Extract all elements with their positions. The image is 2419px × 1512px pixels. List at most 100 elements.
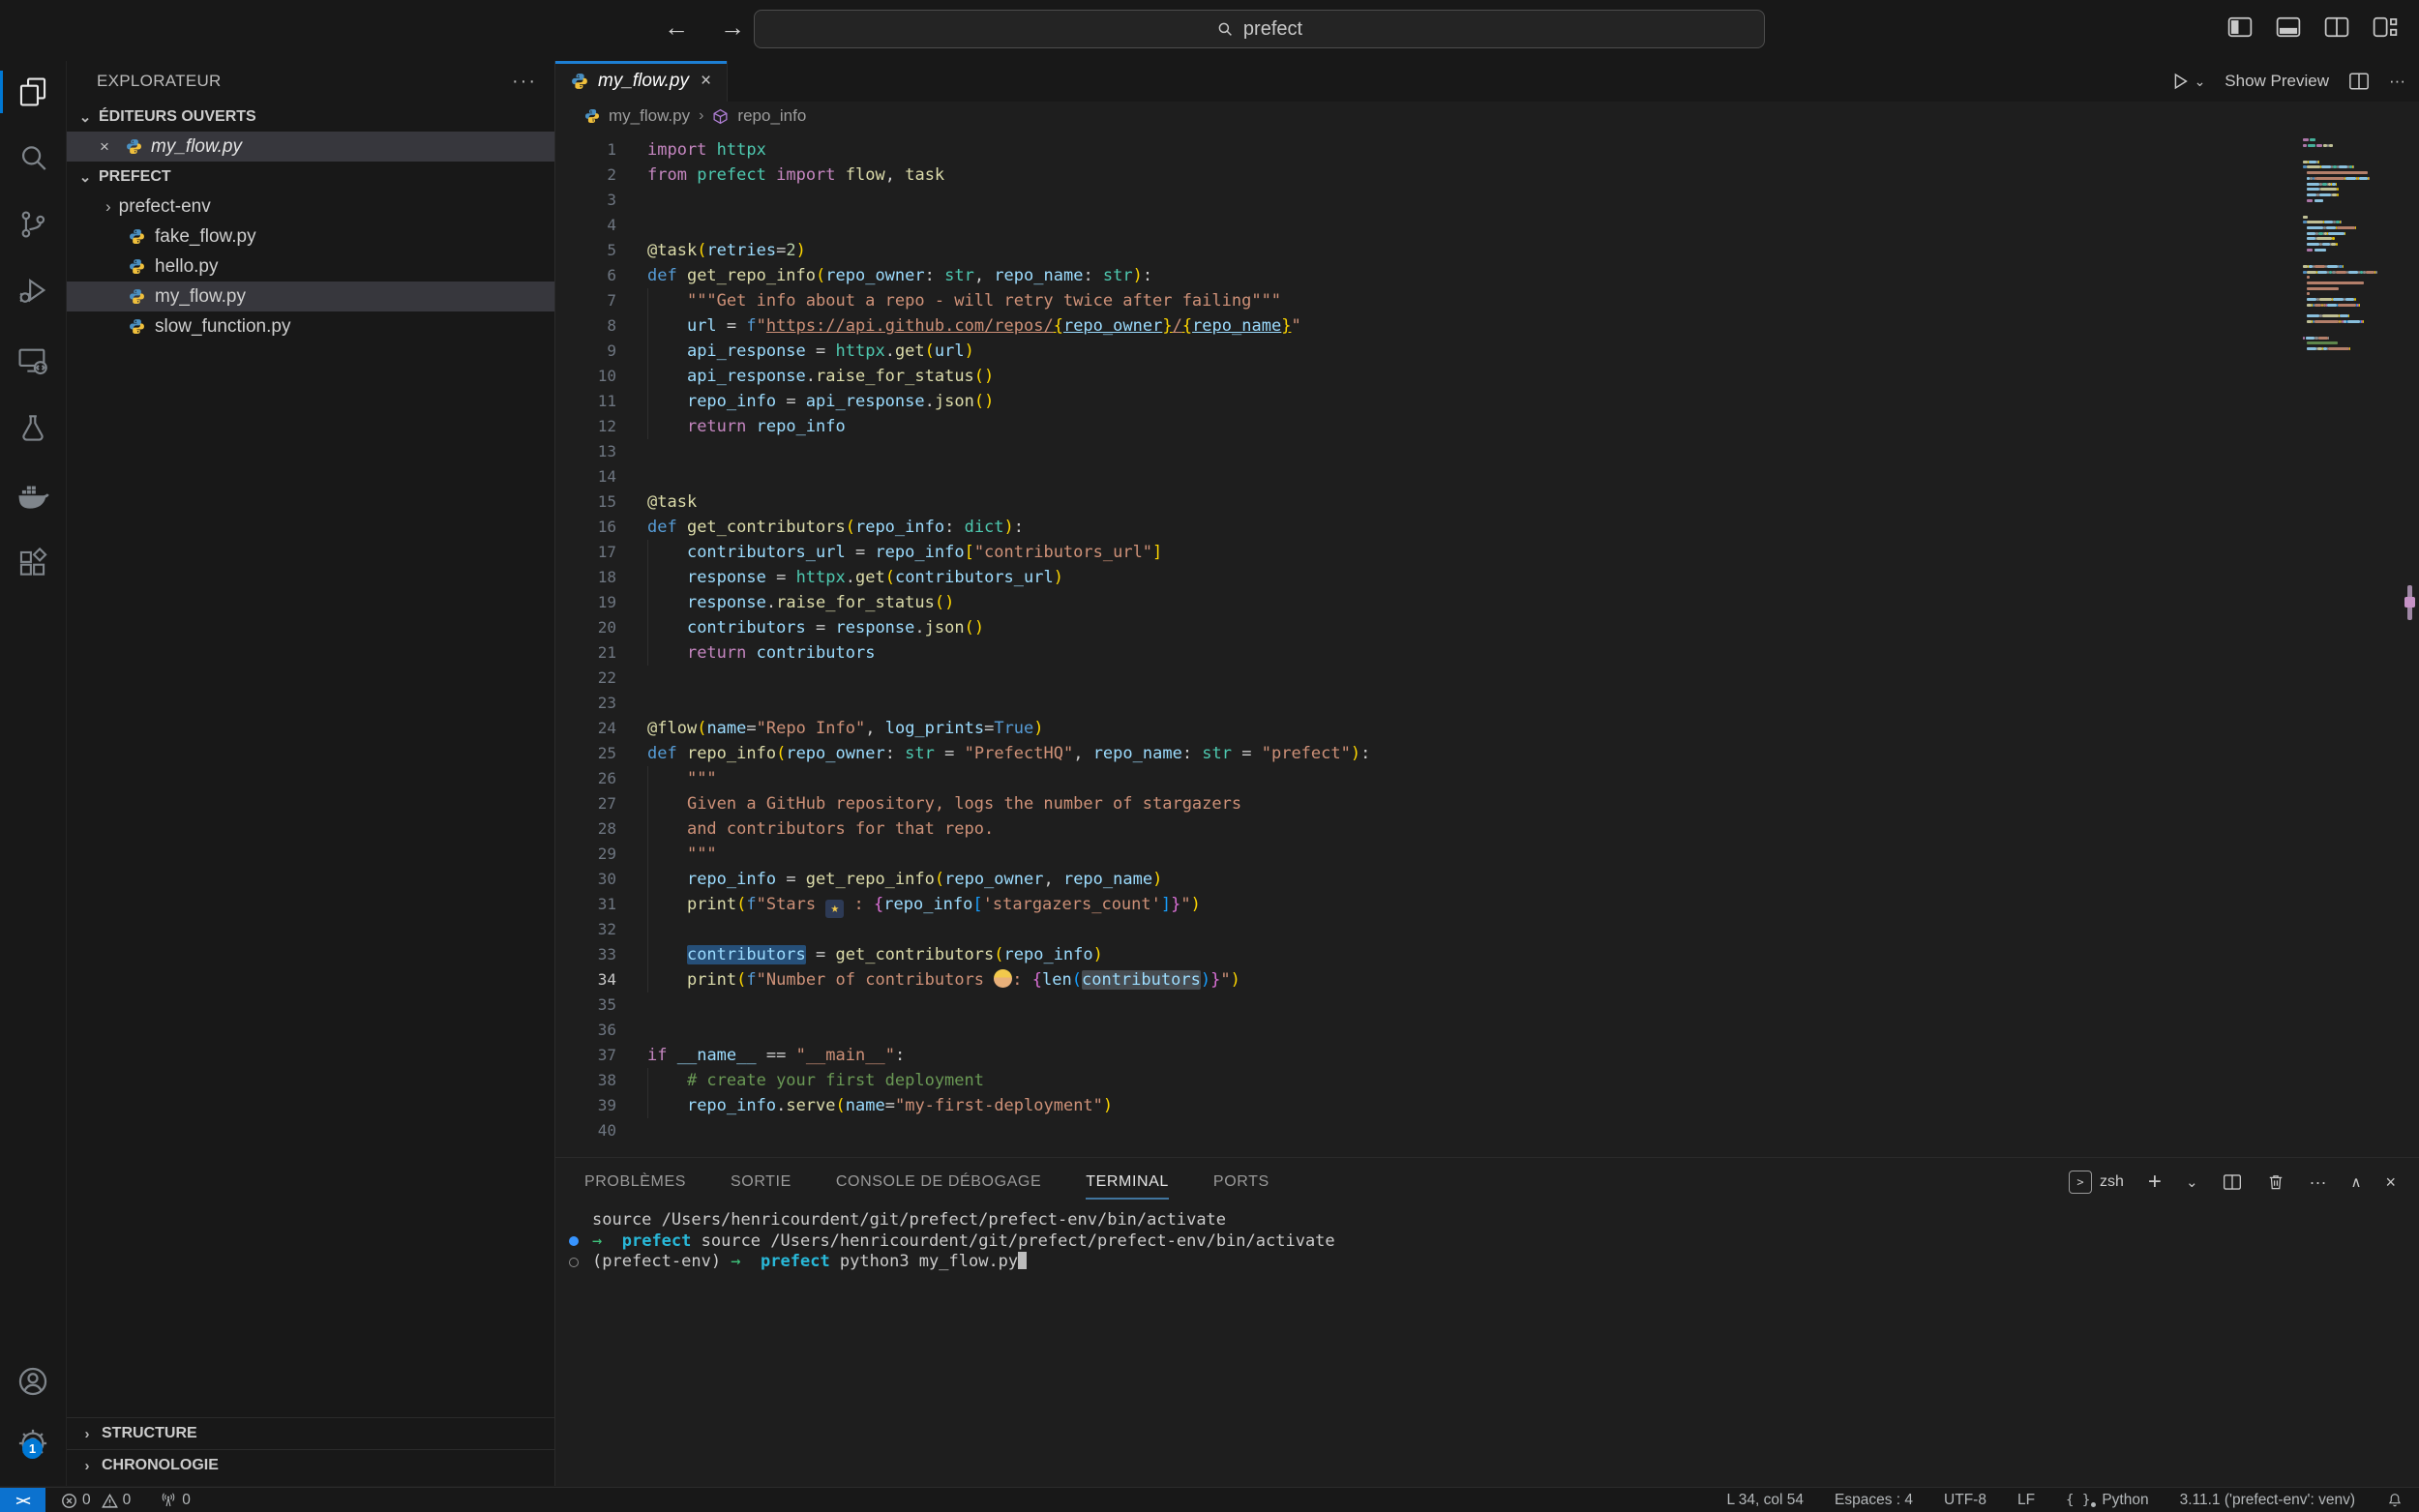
docker-icon[interactable] (0, 470, 66, 520)
code-line-31[interactable]: 31 print(f"Stars ★ : {repo_info['stargaz… (555, 892, 2419, 917)
code-line-24[interactable]: 24@flow(name="Repo Info", log_prints=Tru… (555, 716, 2419, 741)
code-line-8[interactable]: 8 url = f"https://api.github.com/repos/{… (555, 313, 2419, 339)
new-terminal-icon[interactable]: + (2148, 1169, 2162, 1196)
tab-my-flow[interactable]: my_flow.py × (555, 61, 728, 102)
code-line-15[interactable]: 15@task (555, 489, 2419, 515)
close-icon[interactable]: × (100, 137, 117, 157)
status-item-lf[interactable]: LF (2017, 1488, 2035, 1512)
customize-layout-icon[interactable] (2373, 16, 2398, 38)
tab-close-icon[interactable]: × (701, 71, 711, 92)
code-line-12[interactable]: 12 return repo_info (555, 414, 2419, 439)
code-line-2[interactable]: 2from prefect import flow, task (555, 163, 2419, 188)
explorer-icon[interactable] (0, 67, 66, 117)
open-editors-section[interactable]: ⌄ ÉDITEURS OUVERTS (67, 102, 554, 132)
terminal-dropdown-icon[interactable]: ⌄ (2186, 1173, 2198, 1191)
code-line-28[interactable]: 28 and contributors for that repo. (555, 816, 2419, 842)
code-line-36[interactable]: 36 (555, 1018, 2419, 1043)
file-tree-item-slow_function.py[interactable]: slow_function.py (67, 311, 554, 341)
code-line-23[interactable]: 23 (555, 691, 2419, 716)
panel-tab-terminal[interactable]: TERMINAL (1086, 1158, 1169, 1206)
status-item-utf-8[interactable]: UTF-8 (1944, 1488, 1986, 1512)
breadcrumb-symbol[interactable]: repo_info (737, 106, 806, 126)
sidebar-more-icon[interactable]: ··· (512, 71, 537, 93)
status-item-espaces-4[interactable]: Espaces : 4 (1835, 1488, 1913, 1512)
code-line-25[interactable]: 25def repo_info(repo_owner: str = "Prefe… (555, 741, 2419, 766)
code-line-19[interactable]: 19 response.raise_for_status() (555, 590, 2419, 615)
file-tree-item-prefect-env[interactable]: ›prefect-env (67, 192, 554, 222)
toggle-sidebar-icon[interactable] (2227, 16, 2253, 38)
kill-terminal-icon[interactable] (2266, 1172, 2285, 1192)
more-actions-icon[interactable]: ··· (2389, 72, 2405, 91)
code-line-13[interactable]: 13 (555, 439, 2419, 464)
code-line-32[interactable]: 32 (555, 917, 2419, 942)
code-line-10[interactable]: 10 api_response.raise_for_status() (555, 364, 2419, 389)
ports-status[interactable]: 0 (152, 1488, 198, 1512)
breadcrumb-file[interactable]: my_flow.py (609, 106, 690, 126)
remote-explorer-icon[interactable] (0, 336, 66, 386)
code-line-1[interactable]: 1import httpx (555, 137, 2419, 163)
command-center-search[interactable]: prefect (754, 10, 1765, 48)
forward-icon[interactable]: → (720, 13, 745, 43)
status-item-3-11-1-prefect-env-venv-[interactable]: 3.11.1 ('prefect-env': venv) (2180, 1488, 2355, 1512)
timeline-section[interactable]: › CHRONOLOGIE (67, 1449, 554, 1481)
code-line-35[interactable]: 35 (555, 993, 2419, 1018)
code-line-20[interactable]: 20 contributors = response.json() (555, 615, 2419, 640)
panel-tab-console-de-d-bogage[interactable]: CONSOLE DE DÉBOGAGE (836, 1158, 1041, 1206)
panel-tab-probl-mes[interactable]: PROBLÈMES (584, 1158, 686, 1206)
code-line-37[interactable]: 37if __name__ == "__main__": (555, 1043, 2419, 1068)
split-editor-icon[interactable] (2348, 72, 2370, 91)
file-tree-item-hello.py[interactable]: hello.py (67, 252, 554, 282)
split-terminal-icon[interactable] (2223, 1173, 2242, 1191)
status-item-python[interactable]: { }Python (2066, 1488, 2149, 1512)
search-sidebar-icon[interactable] (0, 133, 66, 183)
panel-more-icon[interactable]: ··· (2310, 1172, 2327, 1193)
split-editor-icon[interactable] (2324, 16, 2349, 38)
code-line-11[interactable]: 11 repo_info = api_response.json() (555, 389, 2419, 414)
code-line-40[interactable]: 40 (555, 1118, 2419, 1143)
run-dropdown-icon[interactable]: ⌄ (2195, 74, 2206, 90)
extensions-icon[interactable] (0, 539, 66, 589)
code-line-34[interactable]: 34 print(f"Number of contributors : {len… (555, 967, 2419, 993)
back-icon[interactable]: ← (664, 13, 689, 43)
source-control-icon[interactable] (0, 199, 66, 250)
maximize-panel-icon[interactable]: ∧ (2351, 1173, 2362, 1191)
code-line-39[interactable]: 39 repo_info.serve(name="my-first-deploy… (555, 1093, 2419, 1118)
file-tree-item-fake_flow.py[interactable]: fake_flow.py (67, 222, 554, 252)
code-line-17[interactable]: 17 contributors_url = repo_info["contrib… (555, 540, 2419, 565)
settings-gear-icon[interactable]: 1 (0, 1418, 66, 1468)
code-line-33[interactable]: 33 contributors = get_contributors(repo_… (555, 942, 2419, 967)
code-line-27[interactable]: 27 Given a GitHub repository, logs the n… (555, 791, 2419, 816)
terminal-output[interactable]: source /Users/henricourdent/git/prefect/… (555, 1206, 2419, 1273)
project-section[interactable]: ⌄ PREFECT (67, 162, 554, 192)
code-line-38[interactable]: 38 # create your first deployment (555, 1068, 2419, 1093)
shell-badge[interactable]: > zsh (2069, 1171, 2124, 1194)
outline-section[interactable]: › STRUCTURE (67, 1417, 554, 1449)
run-debug-icon[interactable] (0, 265, 66, 315)
code-line-22[interactable]: 22 (555, 666, 2419, 691)
testing-icon[interactable] (0, 403, 66, 454)
breadcrumb[interactable]: my_flow.py › repo_info (555, 102, 2419, 131)
panel-tab-sortie[interactable]: SORTIE (731, 1158, 791, 1206)
code-area[interactable]: 1import httpx2from prefect import flow, … (555, 131, 2419, 1157)
status-item-l-34-col-54[interactable]: L 34, col 54 (1726, 1488, 1804, 1512)
code-line-14[interactable]: 14 (555, 464, 2419, 489)
code-line-9[interactable]: 9 api_response = httpx.get(url) (555, 339, 2419, 364)
code-line-29[interactable]: 29 """ (555, 842, 2419, 867)
minimap[interactable] (2303, 138, 2367, 359)
code-line-18[interactable]: 18 response = httpx.get(contributors_url… (555, 565, 2419, 590)
code-line-4[interactable]: 4 (555, 213, 2419, 238)
remote-indicator[interactable]: >< (0, 1488, 45, 1512)
code-line-6[interactable]: 6def get_repo_info(repo_owner: str, repo… (555, 263, 2419, 288)
problems-status[interactable]: 0 0 (53, 1488, 138, 1512)
run-python-file-button[interactable]: ⌄ (2169, 71, 2206, 92)
code-line-30[interactable]: 30 repo_info = get_repo_info(repo_owner,… (555, 867, 2419, 892)
code-line-21[interactable]: 21 return contributors (555, 640, 2419, 666)
code-line-3[interactable]: 3 (555, 188, 2419, 213)
code-line-5[interactable]: 5@task(retries=2) (555, 238, 2419, 263)
code-line-16[interactable]: 16def get_contributors(repo_info: dict): (555, 515, 2419, 540)
panel-tab-ports[interactable]: PORTS (1213, 1158, 1269, 1206)
toggle-panel-icon[interactable] (2276, 16, 2301, 38)
account-icon[interactable] (0, 1356, 66, 1407)
file-tree-item-my_flow.py[interactable]: my_flow.py (67, 282, 554, 311)
code-line-7[interactable]: 7 """Get info about a repo - will retry … (555, 288, 2419, 313)
